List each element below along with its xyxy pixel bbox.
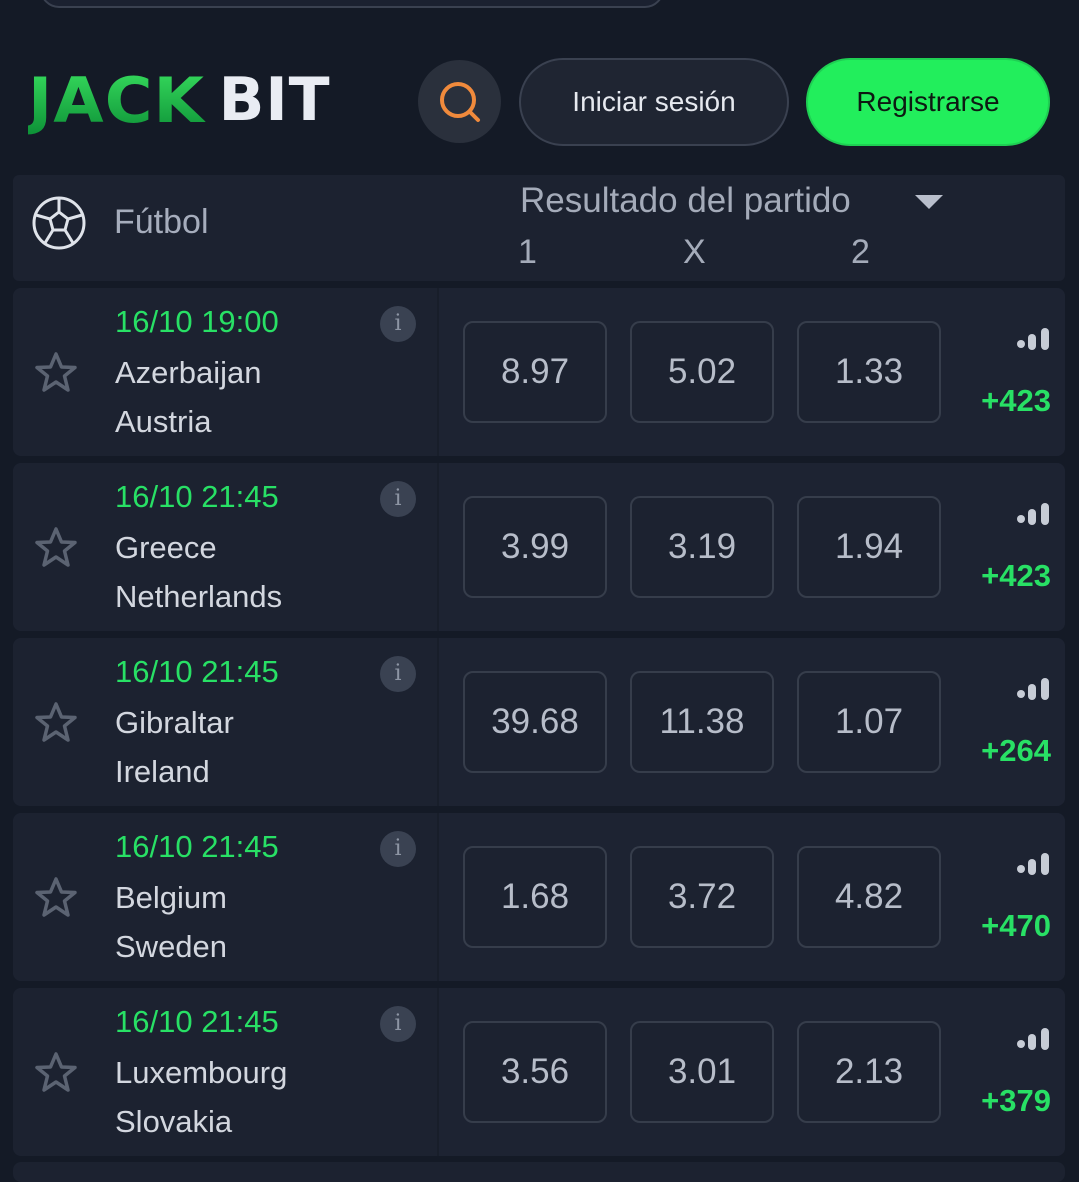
odd-draw-button[interactable]: 3.72: [630, 846, 774, 948]
home-team: Greece: [115, 530, 217, 565]
match-time: 16/10 21:45: [115, 479, 279, 514]
stats-bars-icon[interactable]: [1017, 503, 1053, 525]
odd-draw-button[interactable]: 11.38: [630, 671, 774, 773]
match-row[interactable]: 16/10 21:45 Belgium Sweden i 1.68 3.72 4…: [13, 813, 1065, 981]
info-icon[interactable]: i: [380, 656, 416, 692]
odd-away-button[interactable]: 1.07: [797, 671, 941, 773]
home-team: Azerbaijan: [115, 355, 262, 390]
top-search-bar[interactable]: [40, 0, 664, 8]
away-team: Slovakia: [115, 1104, 233, 1139]
odd-draw-button[interactable]: 3.19: [630, 496, 774, 598]
info-icon[interactable]: i: [380, 831, 416, 867]
odd-away-button[interactable]: 1.33: [797, 321, 941, 423]
sport-header: Fútbol Resultado del partido 1 X 2: [13, 175, 1065, 281]
odd-home-button[interactable]: 1.68: [463, 846, 607, 948]
info-icon[interactable]: i: [380, 481, 416, 517]
favorite-star-icon[interactable]: [33, 1050, 79, 1096]
match-time: 16/10 21:45: [115, 829, 279, 864]
favorite-star-icon[interactable]: [33, 700, 79, 746]
jackbit-logo[interactable]: JACK BIT: [28, 64, 331, 137]
column-x-label: X: [683, 233, 706, 271]
logo-jack: JACK: [28, 63, 206, 137]
match-time: 16/10 21:45: [115, 654, 279, 689]
next-match-row[interactable]: [13, 1162, 1065, 1182]
odd-draw-button[interactable]: 5.02: [630, 321, 774, 423]
login-button[interactable]: Iniciar sesión: [519, 58, 789, 146]
more-markets-count[interactable]: +379: [981, 1083, 1051, 1119]
away-team: Sweden: [115, 929, 228, 964]
home-team: Gibraltar: [115, 705, 234, 740]
odd-away-button[interactable]: 2.13: [797, 1021, 941, 1123]
info-icon[interactable]: i: [380, 1006, 416, 1042]
sport-name: Fútbol: [114, 203, 209, 241]
favorite-star-icon[interactable]: [33, 350, 79, 396]
odd-away-button[interactable]: 4.82: [797, 846, 941, 948]
market-selector[interactable]: Resultado del partido: [520, 181, 851, 221]
more-markets-count[interactable]: +423: [981, 558, 1051, 594]
home-team: Luxembourg: [115, 1055, 288, 1090]
column-2-label: 2: [851, 233, 870, 271]
more-markets-count[interactable]: +264: [981, 733, 1051, 769]
app-header: JACK BIT Iniciar sesión Registrarse: [0, 52, 1079, 152]
info-icon[interactable]: i: [380, 306, 416, 342]
match-row[interactable]: 16/10 21:45 Luxembourg Slovakia i 3.56 3…: [13, 988, 1065, 1156]
match-row[interactable]: 16/10 21:45 Gibraltar Ireland i 39.68 11…: [13, 638, 1065, 806]
chevron-down-icon[interactable]: [915, 195, 943, 209]
stats-bars-icon[interactable]: [1017, 853, 1053, 875]
odd-draw-button[interactable]: 3.01: [630, 1021, 774, 1123]
search-icon: [439, 81, 480, 122]
away-team: Netherlands: [115, 579, 283, 614]
favorite-star-icon[interactable]: [33, 525, 79, 571]
column-1-label: 1: [518, 233, 537, 271]
away-team: Austria: [115, 404, 212, 439]
odd-away-button[interactable]: 1.94: [797, 496, 941, 598]
match-time: 16/10 21:45: [115, 1004, 279, 1039]
match-time: 16/10 19:00: [115, 304, 279, 339]
home-team: Belgium: [115, 880, 227, 915]
search-button[interactable]: [418, 60, 501, 143]
more-markets-count[interactable]: +423: [981, 383, 1051, 419]
match-row[interactable]: 16/10 21:45 Greece Netherlands i 3.99 3.…: [13, 463, 1065, 631]
odd-home-button[interactable]: 3.56: [463, 1021, 607, 1123]
odd-home-button[interactable]: 8.97: [463, 321, 607, 423]
logo-bit: BIT: [218, 65, 331, 135]
more-markets-count[interactable]: +470: [981, 908, 1051, 944]
stats-bars-icon[interactable]: [1017, 678, 1053, 700]
stats-bars-icon[interactable]: [1017, 1028, 1053, 1050]
match-row[interactable]: 16/10 19:00 Azerbaijan Austria i 8.97 5.…: [13, 288, 1065, 456]
soccer-ball-icon: [32, 196, 86, 250]
odd-home-button[interactable]: 39.68: [463, 671, 607, 773]
register-button[interactable]: Registrarse: [806, 58, 1050, 146]
stats-bars-icon[interactable]: [1017, 328, 1053, 350]
away-team: Ireland: [115, 754, 210, 789]
odd-home-button[interactable]: 3.99: [463, 496, 607, 598]
favorite-star-icon[interactable]: [33, 875, 79, 921]
